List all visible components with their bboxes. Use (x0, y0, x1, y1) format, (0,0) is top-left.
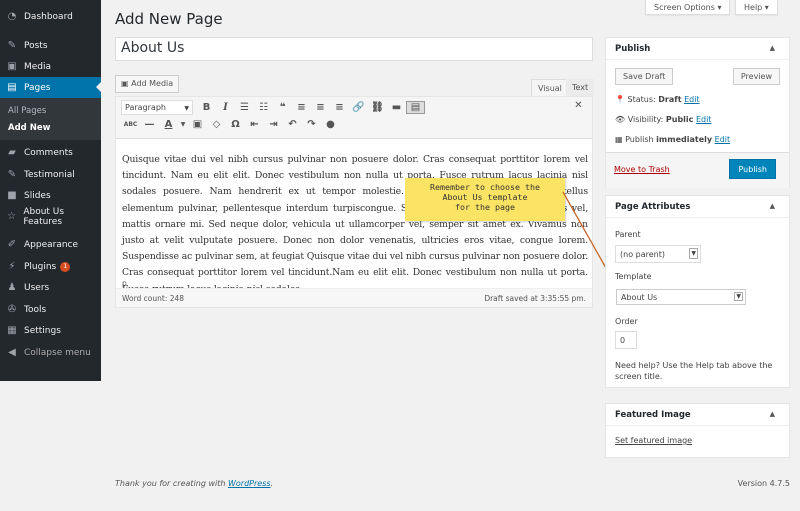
edit-status-link[interactable]: Edit (684, 95, 700, 104)
preview-button[interactable]: Preview (732, 68, 780, 85)
order-label: Order (615, 317, 638, 326)
footer-thanks: Thank you for creating with WordPress. (115, 479, 274, 488)
page-attributes-header[interactable]: Page Attributes ▲ (606, 196, 789, 218)
set-featured-image-link[interactable]: Set featured image (615, 436, 692, 445)
publish-box-header[interactable]: Publish ▲ (606, 38, 789, 60)
wordpress-link[interactable]: WordPress (228, 479, 271, 488)
parent-label: Parent (615, 230, 641, 239)
collapse-arrow-icon[interactable]: ▲ (770, 410, 775, 418)
publish-date-row: ▦ Publish immediately Edit (615, 135, 731, 144)
template-label: Template (615, 272, 652, 281)
save-draft-button[interactable]: Save Draft (615, 68, 674, 85)
visibility-row: 👁 Visibility: Public Edit (615, 115, 712, 124)
move-to-trash-link[interactable]: Move to Trash (614, 165, 670, 174)
publish-box: Publish ▲ Save Draft Preview 📍 Status: Dr… (605, 37, 790, 188)
edit-visibility-link[interactable]: Edit (696, 115, 712, 124)
featured-image-box: Featured Image ▲ Set featured image (605, 403, 790, 458)
eye-icon: 👁 (615, 115, 628, 124)
publish-button[interactable]: Publish (729, 159, 776, 179)
version: Version 4.7.5 (737, 479, 790, 488)
collapse-arrow-icon[interactable]: ▲ (770, 44, 775, 52)
featured-image-header[interactable]: Featured Image ▲ (606, 404, 789, 426)
template-select[interactable]: About Us ▼ (616, 289, 746, 305)
parent-select[interactable]: (no parent) ▼ (615, 245, 701, 263)
order-input[interactable]: 0 (615, 331, 637, 349)
pin-icon: 📍 (615, 95, 628, 104)
calendar-icon: ▦ (615, 135, 626, 144)
collapse-arrow-icon[interactable]: ▲ (770, 202, 775, 210)
status-row: 📍 Status: Draft Edit (615, 95, 700, 104)
edit-date-link[interactable]: Edit (715, 135, 731, 144)
page-attributes-box: Page Attributes ▲ Parent (no parent) ▼ Tem… (605, 195, 790, 388)
help-text: Need help? Use the Help tab above the sc… (615, 361, 773, 381)
